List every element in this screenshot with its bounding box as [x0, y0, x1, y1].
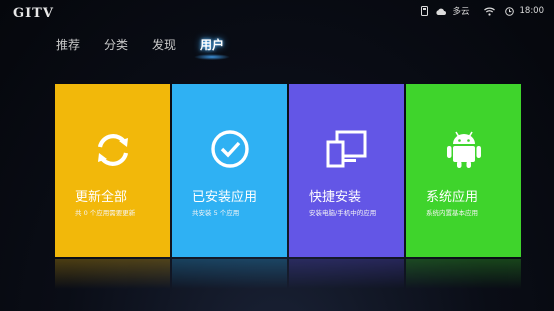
check-circle-icon	[172, 128, 287, 170]
reflection-1	[55, 259, 170, 289]
tile-installed-apps[interactable]: 已安装应用 共安装 5 个应用	[172, 84, 287, 257]
clock-icon	[504, 6, 514, 16]
tile-subtitle: 共 0 个应用需要更新	[75, 209, 136, 217]
tab-user[interactable]: 用户	[194, 36, 231, 60]
notification-icon	[420, 6, 429, 16]
tile-reflection	[55, 259, 521, 289]
tab-recommend[interactable]: 推荐	[56, 36, 80, 54]
reflection-4	[406, 259, 521, 289]
tile-system-apps[interactable]: 系统应用 系统内置基本应用	[406, 84, 521, 257]
app-tiles: 更新全部 共 0 个应用需要更新 已安装应用 共安装 5 个应用 快捷安装 安装…	[55, 84, 521, 257]
tile-title: 更新全部	[75, 190, 128, 205]
weather-text: 多云	[452, 7, 470, 17]
logo-text: GITV	[13, 6, 54, 21]
android-icon	[406, 128, 521, 170]
refresh-icon	[55, 128, 170, 172]
reflection-3	[289, 259, 404, 289]
tab-category[interactable]: 分类	[104, 36, 128, 54]
tile-quick-install[interactable]: 快捷安装 安装电脑/手机中的应用	[289, 84, 404, 257]
tile-title: 系统应用	[426, 190, 479, 205]
weather-icon	[435, 7, 447, 16]
tile-title: 已安装应用	[192, 190, 258, 205]
status-bar: 多云 18:00	[420, 4, 544, 18]
tile-subtitle: 系统内置基本应用	[426, 209, 478, 217]
gitv-logo: GITV	[13, 6, 54, 21]
tile-subtitle: 安装电脑/手机中的应用	[309, 209, 377, 217]
main-nav: 推荐 分类 发现 用户	[56, 36, 248, 60]
clock-time: 18:00	[519, 6, 545, 16]
tab-discover[interactable]: 发现	[152, 36, 176, 54]
tile-title: 快捷安装	[309, 190, 362, 205]
tile-subtitle: 共安装 5 个应用	[192, 209, 240, 217]
wifi-icon	[483, 7, 495, 16]
devices-icon	[289, 128, 404, 170]
reflection-2	[172, 259, 287, 289]
tile-update-all[interactable]: 更新全部 共 0 个应用需要更新	[55, 84, 170, 257]
